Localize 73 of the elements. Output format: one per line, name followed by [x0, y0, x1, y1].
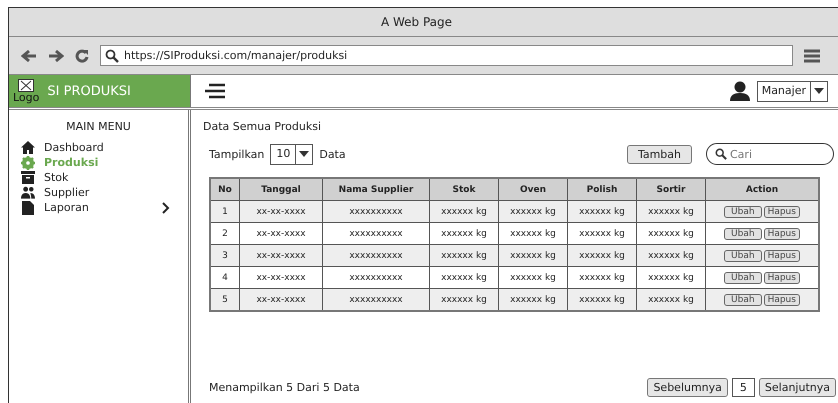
table-cell: xxxxxx kg [430, 200, 498, 222]
add-button[interactable]: Tambah [626, 144, 692, 164]
column-header: Sortir [636, 178, 706, 200]
table-cell: xxxxxxxxxx [322, 200, 430, 222]
table-cell: 1 [210, 200, 240, 222]
url-field[interactable]: https://SIProduksi.com/manajer/produksi [100, 45, 793, 66]
column-header: Stok [430, 178, 498, 200]
table-cell: xxxxxx kg [430, 266, 498, 288]
page-size-dropdown[interactable]: 10 [270, 144, 314, 164]
table-cell: 3 [210, 244, 240, 266]
delete-button[interactable]: Hapus [764, 250, 800, 262]
sidebar-item[interactable]: Laporan [21, 200, 188, 215]
edit-button[interactable]: Ubah [724, 250, 762, 262]
column-header: Nama Supplier [322, 178, 430, 200]
delete-button[interactable]: Hapus [764, 228, 800, 240]
table-cell: xx-xx-xxxx [240, 200, 322, 222]
show-suffix: Data [319, 148, 346, 160]
table-cell: xxxxxx kg [498, 266, 568, 288]
edit-button[interactable]: Ubah [724, 294, 762, 306]
table-cell: xxxxxx kg [498, 244, 568, 266]
table-cell: xxxxxx kg [498, 200, 568, 222]
column-header: Polish [568, 178, 636, 200]
table-cell: xxxxxx kg [636, 200, 706, 222]
summary-text: Menampilkan 5 Dari 5 Data [209, 381, 360, 394]
app-name: SI PRODUKSI [47, 84, 131, 98]
table-cell: 4 [210, 266, 240, 288]
table-cell: xxxxxx kg [636, 266, 706, 288]
column-header: Action [706, 178, 819, 200]
table-cell: xxxxxx kg [568, 222, 636, 244]
previous-button[interactable]: Sebelumnya [647, 378, 728, 397]
sidebar-item[interactable]: Dashboard [21, 140, 188, 155]
menu-heading: MAIN MENU [65, 120, 132, 133]
table-cell: xxxxxxxxxx [322, 244, 430, 266]
delete-button[interactable]: Hapus [764, 206, 800, 218]
table-cell: xxxxxx kg [430, 244, 498, 266]
search-field[interactable]: Cari [706, 143, 834, 165]
table-cell: xxxxxx kg [430, 288, 498, 311]
edit-button[interactable]: Ubah [724, 272, 762, 284]
table-cell: xxxxxx kg [498, 222, 568, 244]
table-cell: xxxxxx kg [636, 222, 706, 244]
show-label: Tampilkan [209, 148, 264, 160]
column-header: No [210, 178, 240, 200]
table-cell: 5 [210, 288, 240, 311]
edit-button[interactable]: Ubah [724, 228, 762, 240]
delete-button[interactable]: Hapus [764, 294, 800, 306]
table-cell: 2 [210, 222, 240, 244]
table-cell: xxxxxx kg [636, 244, 706, 266]
table-cell: xxxxxxxxxx [322, 222, 430, 244]
sidebar-item[interactable]: Stok [21, 170, 188, 185]
table-cell: xx-xx-xxxx [240, 288, 322, 311]
table-cell: xx-xx-xxxx [240, 222, 322, 244]
role-dropdown[interactable]: Manajer [756, 80, 828, 102]
table-cell: xxxxxx kg [568, 200, 636, 222]
table-cell: xxxxxx kg [430, 222, 498, 244]
next-button[interactable]: Selanjutnya [758, 378, 836, 397]
delete-button[interactable]: Hapus [764, 272, 800, 284]
window-title: A Web Page [380, 15, 452, 29]
table-cell: xxxxxx kg [636, 288, 706, 311]
page-number[interactable]: 5 [732, 378, 755, 397]
sidebar-item[interactable]: Supplier [21, 185, 188, 200]
edit-button[interactable]: Ubah [724, 206, 762, 218]
table-cell: xxxxxxxxxx [322, 288, 430, 311]
page-heading: Data Semua Produksi [203, 120, 322, 133]
logo-label: Logo [13, 92, 40, 103]
table-cell: xxxxxx kg [568, 266, 636, 288]
table-cell: xx-xx-xxxx [240, 244, 322, 266]
table-cell: xxxxxxxxxx [322, 266, 430, 288]
column-header: Tanggal [240, 178, 322, 200]
table-cell: xxxxxx kg [498, 288, 568, 311]
table-cell: xxxxxx kg [568, 288, 636, 311]
table-cell: xx-xx-xxxx [240, 266, 322, 288]
column-header: Oven [498, 178, 568, 200]
table-cell: xxxxxx kg [568, 244, 636, 266]
